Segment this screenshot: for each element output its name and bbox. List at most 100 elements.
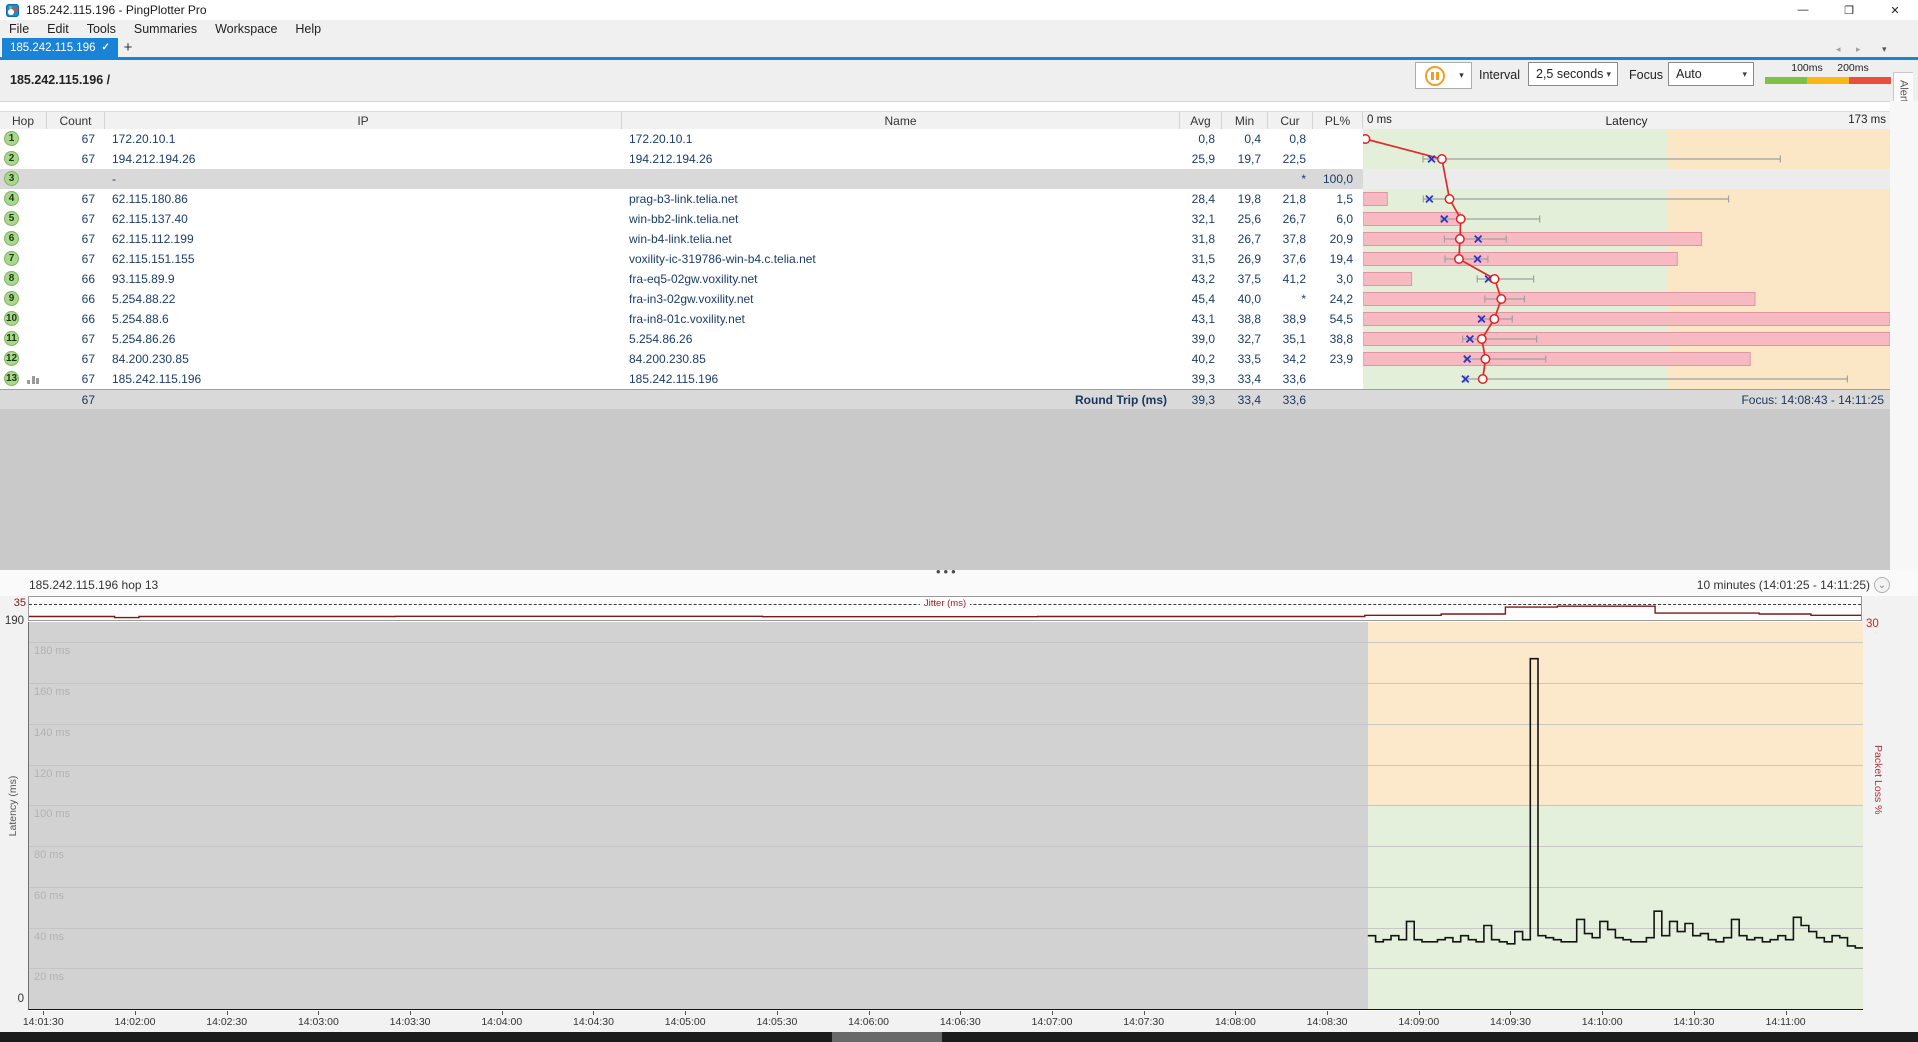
tab-list-icon[interactable]: ▾ (1882, 44, 1887, 55)
target-address: 185.242.115.196 / (10, 73, 110, 87)
time-tick (410, 1011, 411, 1015)
tab-scroll-right-icon[interactable]: ▸ (1856, 44, 1861, 55)
cell-name (622, 169, 1180, 189)
cell-avg (1180, 169, 1222, 189)
menu-item-tools[interactable]: Tools (78, 20, 125, 38)
cell-cur: 35,1 (1268, 329, 1313, 349)
packet-loss-bar (1363, 333, 1890, 346)
column-header-count[interactable]: Count (47, 112, 105, 130)
average-latency-circle (1479, 375, 1487, 383)
jitter-axis-max: 35 (8, 597, 26, 609)
average-latency-circle (1490, 315, 1498, 323)
pause-button[interactable] (1415, 62, 1454, 89)
hop-number-badge: 5 (4, 211, 19, 226)
column-header-name[interactable]: Name (622, 112, 1180, 130)
time-tick-label: 14:06:30 (940, 1016, 981, 1028)
cell-pl: 24,2 (1313, 289, 1360, 309)
maximize-button[interactable]: ❐ (1826, 0, 1872, 20)
cell-name: fra-in8-01c.voxility.net (622, 309, 1180, 329)
cell-min: 38,8 (1222, 309, 1268, 329)
cell-ip: 84.200.230.85 (105, 349, 622, 369)
cell-ip: 93.115.89.9 (105, 269, 622, 289)
cell-count: 67 (47, 349, 102, 369)
tab-scroll-left-icon[interactable]: ◂ (1836, 44, 1841, 55)
bottom-scroll-thumb[interactable] (832, 1032, 942, 1042)
focus-value: Auto (1676, 67, 1702, 81)
cell-name: voxility-ic-319786-win-b4.c.telia.net (622, 249, 1180, 269)
cell-pl (1313, 369, 1360, 389)
y-axis-title: Latency (ms) (7, 756, 19, 856)
new-tab-button[interactable]: + (118, 38, 138, 57)
cell-min: 32,7 (1222, 329, 1268, 349)
cell-cur: 34,2 (1268, 349, 1313, 369)
cell-count (47, 169, 102, 189)
average-latency-circle (1363, 135, 1370, 143)
time-tick-label: 14:07:30 (1123, 1016, 1164, 1028)
cell-cur: * (1268, 169, 1313, 189)
table-row-hop-3[interactable]: 3-*100,0 (0, 169, 1363, 189)
menu-item-edit[interactable]: Edit (38, 20, 78, 38)
close-button[interactable]: ✕ (1872, 0, 1918, 20)
column-header-ip[interactable]: IP (105, 112, 622, 130)
packet-loss-bar (1363, 193, 1387, 206)
menu-item-file[interactable]: File (0, 20, 38, 38)
packet-loss-bar (1363, 353, 1750, 366)
packet-loss-bar (1363, 273, 1412, 286)
tab-strip (0, 38, 1918, 57)
focus-select[interactable]: Auto ▾ (1668, 62, 1754, 86)
time-tick-label: 14:05:30 (756, 1016, 797, 1028)
focus-label: Focus (1629, 68, 1663, 82)
hop-number-badge: 1 (4, 131, 19, 146)
time-tick (960, 1011, 961, 1015)
graph-icon-bar (27, 380, 30, 384)
summary-avg: 39,3 (1180, 390, 1222, 410)
time-tick (135, 1011, 136, 1015)
window-controls: — ❐ ✕ (1780, 0, 1918, 20)
tab-target[interactable]: 185.242.115.196 ✓ (2, 38, 118, 57)
time-tick (869, 1011, 870, 1015)
cell-min: 40,0 (1222, 289, 1268, 309)
scale-segment (1849, 77, 1891, 84)
timeline-range-chevron-icon[interactable]: ⌄ (1874, 577, 1890, 593)
round-trip-label: Round Trip (ms) (960, 390, 1174, 410)
menu-item-workspace[interactable]: Workspace (206, 20, 286, 38)
interval-select[interactable]: 2,5 seconds ▾ (1528, 62, 1618, 86)
cell-name: 84.200.230.85 (622, 349, 1180, 369)
column-header-pl[interactable]: PL% (1313, 112, 1363, 130)
cell-avg: 40,2 (1180, 349, 1222, 369)
minimize-button[interactable]: — (1780, 0, 1826, 20)
column-header-min[interactable]: Min (1222, 112, 1268, 130)
cell-min: 26,7 (1222, 229, 1268, 249)
menu-item-help[interactable]: Help (286, 20, 330, 38)
splitter-handle[interactable]: ••• (936, 564, 959, 579)
hop-number-badge: 9 (4, 291, 19, 306)
cell-ip: 5.254.86.26 (105, 329, 622, 349)
pause-dropdown-button[interactable]: ▾ (1452, 62, 1472, 89)
packet-loss-bar (1363, 233, 1702, 246)
menu-item-summaries[interactable]: Summaries (125, 20, 206, 38)
cell-count: 67 (47, 129, 102, 149)
hop-number-badge: 3 (4, 171, 19, 186)
timeline-title: 185.242.115.196 hop 13 (29, 578, 158, 592)
cell-name: fra-in3-02gw.voxility.net (622, 289, 1180, 309)
hop-number-badge: 11 (4, 331, 19, 346)
time-tick-label: 14:06:00 (848, 1016, 889, 1028)
column-header-hop[interactable]: Hop (0, 112, 47, 130)
cell-avg: 0,8 (1180, 129, 1222, 149)
cell-count: 67 (47, 369, 102, 389)
cell-min: 19,7 (1222, 149, 1268, 169)
timeline-header: ••• 185.242.115.196 hop 13 10 minutes (1… (0, 570, 1918, 596)
cell-min: 19,8 (1222, 189, 1268, 209)
graph-icon-bar (36, 378, 39, 384)
y2-axis-title: Packet Loss % (1872, 745, 1884, 814)
timeline-plot[interactable]: 180 ms160 ms140 ms120 ms100 ms80 ms60 ms… (28, 622, 1863, 1010)
cell-count: 67 (47, 229, 102, 249)
hop-number-badge: 4 (4, 191, 19, 206)
column-header-cur[interactable]: Cur (1268, 112, 1313, 130)
cell-ip: 62.115.180.86 (105, 189, 622, 209)
column-header-avg[interactable]: Avg (1180, 112, 1222, 130)
average-latency-circle (1438, 155, 1446, 163)
cell-avg: 39,0 (1180, 329, 1222, 349)
time-tick-label: 14:10:30 (1673, 1016, 1714, 1028)
pingplotter-window: 185.242.115.196 - PingPlotter Pro — ❐ ✕ … (0, 0, 1918, 1042)
